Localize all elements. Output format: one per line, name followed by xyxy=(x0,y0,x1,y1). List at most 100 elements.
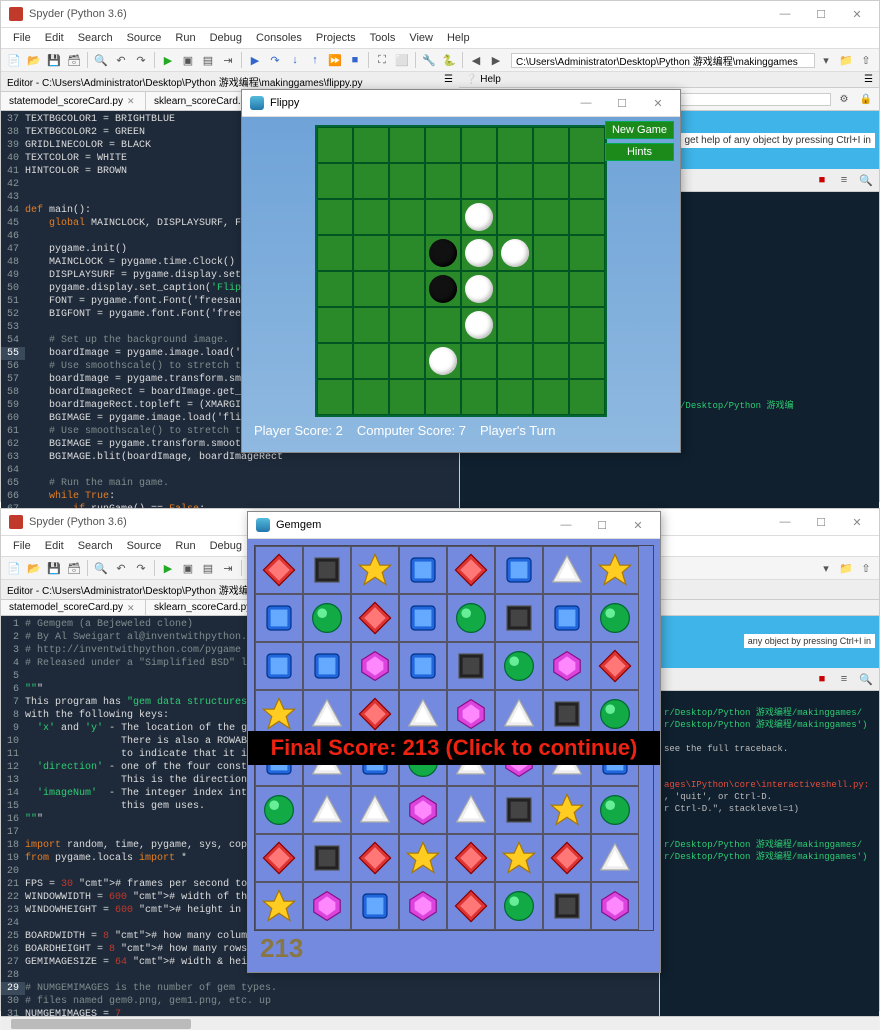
flippy-cell[interactable] xyxy=(425,163,461,199)
zoom-icon[interactable]: 🔍 xyxy=(857,171,875,189)
menu-search[interactable]: Search xyxy=(72,30,119,46)
flippy-cell[interactable] xyxy=(353,199,389,235)
gem-cell[interactable] xyxy=(255,882,303,930)
flippy-cell[interactable] xyxy=(533,127,569,163)
run-selection-icon[interactable]: ▤ xyxy=(199,559,217,577)
flippy-cell[interactable] xyxy=(317,235,353,271)
flippy-cell[interactable] xyxy=(461,307,497,343)
tab-statemodel[interactable]: statemodel_scoreCard.py✕ xyxy=(1,600,146,615)
path-dropdown-icon[interactable]: ▾ xyxy=(817,559,835,577)
close-icon[interactable]: ✕ xyxy=(127,96,137,106)
gem-cell[interactable] xyxy=(447,786,495,834)
flippy-cell[interactable] xyxy=(353,307,389,343)
flippy-cell[interactable] xyxy=(533,163,569,199)
close-icon[interactable]: ✕ xyxy=(127,603,137,613)
flippy-cell[interactable] xyxy=(389,199,425,235)
flippy-cell[interactable] xyxy=(389,163,425,199)
options-icon[interactable]: ≡ xyxy=(835,171,853,189)
menu-tools[interactable]: Tools xyxy=(364,30,402,46)
maximize-button[interactable]: ☐ xyxy=(807,5,835,23)
flippy-cell[interactable] xyxy=(497,307,533,343)
flippy-cell[interactable] xyxy=(425,271,461,307)
run-cell-icon[interactable]: ▣ xyxy=(179,559,197,577)
flippy-cell[interactable] xyxy=(533,199,569,235)
gem-cell[interactable] xyxy=(495,786,543,834)
gem-cell[interactable] xyxy=(447,642,495,690)
close-button[interactable]: ✕ xyxy=(624,516,652,534)
save-icon[interactable]: 💾 xyxy=(45,51,63,69)
tab-statemodel[interactable]: statemodel_scoreCard.py✕ xyxy=(1,92,146,110)
gem-cell[interactable] xyxy=(495,834,543,882)
flippy-cell[interactable] xyxy=(533,235,569,271)
run-line-icon[interactable]: ⇥ xyxy=(219,559,237,577)
flippy-cell[interactable] xyxy=(461,271,497,307)
minimize-button[interactable]: — xyxy=(552,516,580,534)
menu-run[interactable]: Run xyxy=(169,30,201,46)
options-icon[interactable]: ≡ xyxy=(835,670,853,688)
flippy-cell[interactable] xyxy=(497,379,533,415)
flippy-cell[interactable] xyxy=(353,271,389,307)
undo-icon[interactable]: ↶ xyxy=(112,559,130,577)
menu-projects[interactable]: Projects xyxy=(310,30,362,46)
zoom-icon[interactable]: 🔍 xyxy=(857,670,875,688)
flippy-cell[interactable] xyxy=(533,379,569,415)
gem-cell[interactable] xyxy=(591,546,639,594)
menu-help[interactable]: Help xyxy=(441,30,476,46)
flippy-cell[interactable] xyxy=(353,127,389,163)
gem-cell[interactable] xyxy=(351,786,399,834)
flippy-cell[interactable] xyxy=(569,163,605,199)
flippy-cell[interactable] xyxy=(389,307,425,343)
gem-cell[interactable] xyxy=(543,882,591,930)
flippy-cell[interactable] xyxy=(461,379,497,415)
flippy-cell[interactable] xyxy=(317,127,353,163)
gem-cell[interactable] xyxy=(303,546,351,594)
flippy-cell[interactable] xyxy=(461,127,497,163)
close-button[interactable]: ✕ xyxy=(644,94,672,112)
gem-cell[interactable] xyxy=(303,786,351,834)
hints-button[interactable]: Hints xyxy=(605,143,674,161)
gem-cell[interactable] xyxy=(399,546,447,594)
gem-cell[interactable] xyxy=(255,546,303,594)
close-button[interactable]: ✕ xyxy=(843,513,871,531)
menu-consoles[interactable]: Consoles xyxy=(250,30,308,46)
flippy-cell[interactable] xyxy=(353,343,389,379)
run-line-icon[interactable]: ⇥ xyxy=(219,51,237,69)
path-dropdown-icon[interactable]: ▾ xyxy=(817,51,835,69)
flippy-cell[interactable] xyxy=(533,307,569,343)
maximize-pane-icon[interactable]: ⛶ xyxy=(373,51,391,69)
flippy-cell[interactable] xyxy=(425,235,461,271)
parent-dir-icon[interactable]: ⇧ xyxy=(857,559,875,577)
gem-cell[interactable] xyxy=(495,594,543,642)
gem-cell[interactable] xyxy=(543,546,591,594)
flippy-cell[interactable] xyxy=(569,343,605,379)
gem-cell[interactable] xyxy=(495,882,543,930)
final-score-overlay[interactable]: Final Score: 213 (Click to continue) xyxy=(248,731,660,765)
gem-cell[interactable] xyxy=(591,834,639,882)
flippy-cell[interactable] xyxy=(389,127,425,163)
flippy-cell[interactable] xyxy=(533,343,569,379)
flippy-cell[interactable] xyxy=(425,379,461,415)
gem-cell[interactable] xyxy=(447,594,495,642)
flippy-cell[interactable] xyxy=(389,379,425,415)
gem-cell[interactable] xyxy=(543,642,591,690)
flippy-cell[interactable] xyxy=(497,271,533,307)
menu-search[interactable]: Search xyxy=(72,538,119,554)
search-icon[interactable]: 🔍 xyxy=(92,51,110,69)
gem-cell[interactable] xyxy=(495,546,543,594)
new-file-icon[interactable]: 📄 xyxy=(5,559,23,577)
flippy-cell[interactable] xyxy=(461,343,497,379)
menu-file[interactable]: File xyxy=(7,538,37,554)
run-icon[interactable]: ▶ xyxy=(159,559,177,577)
gem-cell[interactable] xyxy=(447,882,495,930)
flippy-cell[interactable] xyxy=(461,235,497,271)
flippy-cell[interactable] xyxy=(569,127,605,163)
flippy-cell[interactable] xyxy=(461,163,497,199)
gem-cell[interactable] xyxy=(399,594,447,642)
gem-cell[interactable] xyxy=(399,642,447,690)
gem-cell[interactable] xyxy=(591,786,639,834)
debug-icon[interactable]: ▶ xyxy=(246,51,264,69)
new-file-icon[interactable]: 📄 xyxy=(5,51,23,69)
parent-dir-icon[interactable]: ⇧ xyxy=(857,51,875,69)
gem-cell[interactable] xyxy=(303,594,351,642)
gem-cell[interactable] xyxy=(399,834,447,882)
